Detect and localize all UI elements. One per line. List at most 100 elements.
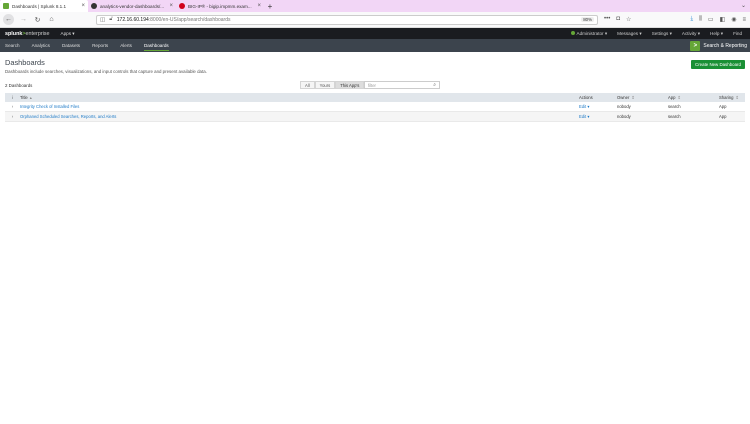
- owner-cell: nobody: [617, 104, 631, 109]
- logo-sub: enterprise: [25, 30, 50, 37]
- toolbar-icons: ⤓ ⫼ ▭ ◧ ◉ ≡: [690, 16, 746, 23]
- owner-header-label: Owner: [617, 95, 630, 100]
- page-title: Dashboards: [5, 58, 45, 67]
- expand-row-chevron-icon[interactable]: ›: [5, 114, 20, 119]
- sort-asc-icon: ▴: [29, 95, 32, 100]
- container-icon[interactable]: ◧: [720, 16, 726, 23]
- nav-reports[interactable]: Reports: [92, 39, 108, 52]
- downloads-icon[interactable]: ⤓: [690, 16, 693, 23]
- nav-dashboards[interactable]: Dashboards: [143, 39, 169, 52]
- edit-menu[interactable]: Edit ▾: [579, 104, 617, 109]
- sort-icon: ⇕: [677, 95, 681, 100]
- splunk-favicon-icon: [3, 3, 9, 9]
- app-column-header[interactable]: App ⇕: [668, 95, 719, 100]
- help-menu[interactable]: Help ▾: [710, 31, 723, 37]
- table-header: i Title ▴ Actions Owner ⇕ App ⇕ Sharing ⇕: [5, 93, 745, 102]
- owner-column-header[interactable]: Owner ⇕: [617, 95, 668, 100]
- pocket-icon[interactable]: ◘: [616, 16, 620, 23]
- sort-icon: ⇕: [735, 95, 739, 100]
- filter-this-app-button[interactable]: This App's: [335, 81, 365, 89]
- app-header-label: App: [668, 95, 676, 100]
- reload-icon[interactable]: ↻: [33, 16, 42, 24]
- browser-tab-bar: Dashboards | Splunk 8.1.1 × analytics-ve…: [0, 0, 750, 12]
- new-tab-button[interactable]: +: [264, 0, 276, 12]
- browser-navbar: ← → ↻ ⌂ ◫ 🔓︎ 172.16.60.194:8000/en-US/ap…: [0, 12, 750, 28]
- dashboard-title-link[interactable]: Orphaned Scheduled Searches, Reports, an…: [20, 114, 579, 119]
- search-icon: ⌕: [433, 82, 436, 88]
- health-status-icon: [570, 31, 575, 36]
- dashboard-count: 2 Dashboards: [5, 83, 33, 88]
- url-host: 172.16.60.194: [116, 16, 149, 23]
- github-favicon-icon: [91, 3, 97, 9]
- expand-column-header: i: [12, 95, 13, 100]
- library-icon[interactable]: ⫼: [699, 16, 702, 23]
- hamburger-menu-icon[interactable]: ≡: [742, 17, 746, 23]
- settings-menu[interactable]: Settings ▾: [652, 31, 672, 37]
- home-icon[interactable]: ⌂: [47, 16, 56, 23]
- bookmark-star-icon[interactable]: ☆: [626, 16, 631, 23]
- url-bar[interactable]: ◫ 🔓︎ 172.16.60.194:8000/en-US/app/search…: [96, 14, 598, 25]
- create-new-dashboard-button[interactable]: Create New Dashboard: [691, 60, 745, 69]
- table-row: › Integrity Check of Installed Files Edi…: [5, 102, 745, 112]
- tab-title: Dashboards | Splunk 8.1.1: [12, 3, 67, 9]
- title-column-header[interactable]: Title ▴: [20, 95, 579, 100]
- filter-all-button[interactable]: All: [300, 81, 315, 89]
- splunk-logo[interactable]: splunk>enterprise: [5, 31, 50, 37]
- sort-icon: ⇕: [631, 95, 635, 100]
- app-cell: search: [668, 114, 681, 119]
- tab-title: analytics-vendor-dashboards/...: [100, 3, 165, 9]
- administrator-label: Administrator ▾: [576, 30, 608, 36]
- browser-tab-bigip[interactable]: BIG-IP® - bigip.impmm.exam... ×: [176, 0, 264, 12]
- actions-column-header: Actions: [579, 95, 593, 100]
- app-name: Search & Reporting: [703, 42, 747, 49]
- app-title[interactable]: > Search & Reporting: [690, 39, 747, 52]
- apps-menu[interactable]: Apps ▾: [61, 31, 75, 37]
- browser-tab-splunk[interactable]: Dashboards | Splunk 8.1.1 ×: [0, 0, 88, 12]
- page-actions: ••• ◘ ☆: [604, 16, 631, 23]
- title-header-label: Title: [20, 95, 28, 100]
- ownership-filter: All Yours This App's: [300, 81, 365, 89]
- dashboards-table: i Title ▴ Actions Owner ⇕ App ⇕ Sharing ⇕ › …: [5, 93, 745, 122]
- insecure-lock-icon: 🔓︎: [109, 16, 113, 22]
- messages-menu[interactable]: Messages ▾: [617, 31, 642, 37]
- nav-buttons: ← → ↻ ⌂: [3, 14, 56, 25]
- nav-alerts[interactable]: Alerts: [120, 39, 132, 52]
- close-tab-icon[interactable]: ×: [81, 3, 85, 9]
- zoom-level-badge[interactable]: 80%: [581, 17, 594, 22]
- global-menus: Administrator ▾ Messages ▾ Settings ▾ Ac…: [570, 30, 742, 37]
- close-tab-icon[interactable]: ×: [169, 3, 173, 9]
- app-nav-bar: Search Analytics Datasets Reports Alerts…: [0, 39, 750, 52]
- owner-cell: nobody: [617, 114, 631, 119]
- account-icon[interactable]: ◉: [731, 16, 736, 23]
- sharing-cell: App: [719, 104, 727, 109]
- dashboard-title-link[interactable]: Integrity Check of Installed Files: [20, 104, 579, 109]
- find-link[interactable]: Find: [733, 31, 742, 36]
- filter-placeholder: filter: [368, 82, 376, 88]
- url-path: :8000/en-US/app/search/dashboards: [148, 16, 231, 23]
- page-actions-menu-icon[interactable]: •••: [604, 16, 610, 23]
- back-arrow-icon[interactable]: ←: [3, 14, 14, 25]
- url-text: 172.16.60.194:8000/en-US/app/search/dash…: [117, 17, 231, 23]
- sidebar-icon[interactable]: ▭: [708, 16, 714, 23]
- forward-arrow-icon[interactable]: →: [19, 16, 28, 23]
- browser-tab-github[interactable]: analytics-vendor-dashboards/... ×: [88, 0, 176, 12]
- page-description: Dashboards include searches, visualizati…: [5, 69, 207, 74]
- expand-row-chevron-icon[interactable]: ›: [5, 104, 20, 109]
- search-app-icon: >: [690, 40, 701, 51]
- app-cell: search: [668, 104, 681, 109]
- tab-list-chevron-icon[interactable]: ⌄: [741, 2, 746, 9]
- filter-input[interactable]: filter ⌕: [364, 81, 440, 89]
- nav-datasets[interactable]: Datasets: [62, 39, 80, 52]
- nav-analytics[interactable]: Analytics: [32, 39, 50, 52]
- f5-favicon-icon: [179, 3, 185, 9]
- table-row: › Orphaned Scheduled Searches, Reports, …: [5, 112, 745, 122]
- nav-search[interactable]: Search: [5, 39, 20, 52]
- administrator-menu[interactable]: Administrator ▾: [570, 30, 608, 37]
- activity-menu[interactable]: Activity ▾: [682, 31, 700, 37]
- sharing-column-header[interactable]: Sharing ⇕: [719, 95, 745, 100]
- close-tab-icon[interactable]: ×: [257, 3, 261, 9]
- tab-title: BIG-IP® - bigip.impmm.exam...: [188, 3, 252, 9]
- sharing-header-label: Sharing: [719, 95, 734, 100]
- filter-yours-button[interactable]: Yours: [314, 81, 336, 89]
- edit-menu[interactable]: Edit ▾: [579, 114, 617, 119]
